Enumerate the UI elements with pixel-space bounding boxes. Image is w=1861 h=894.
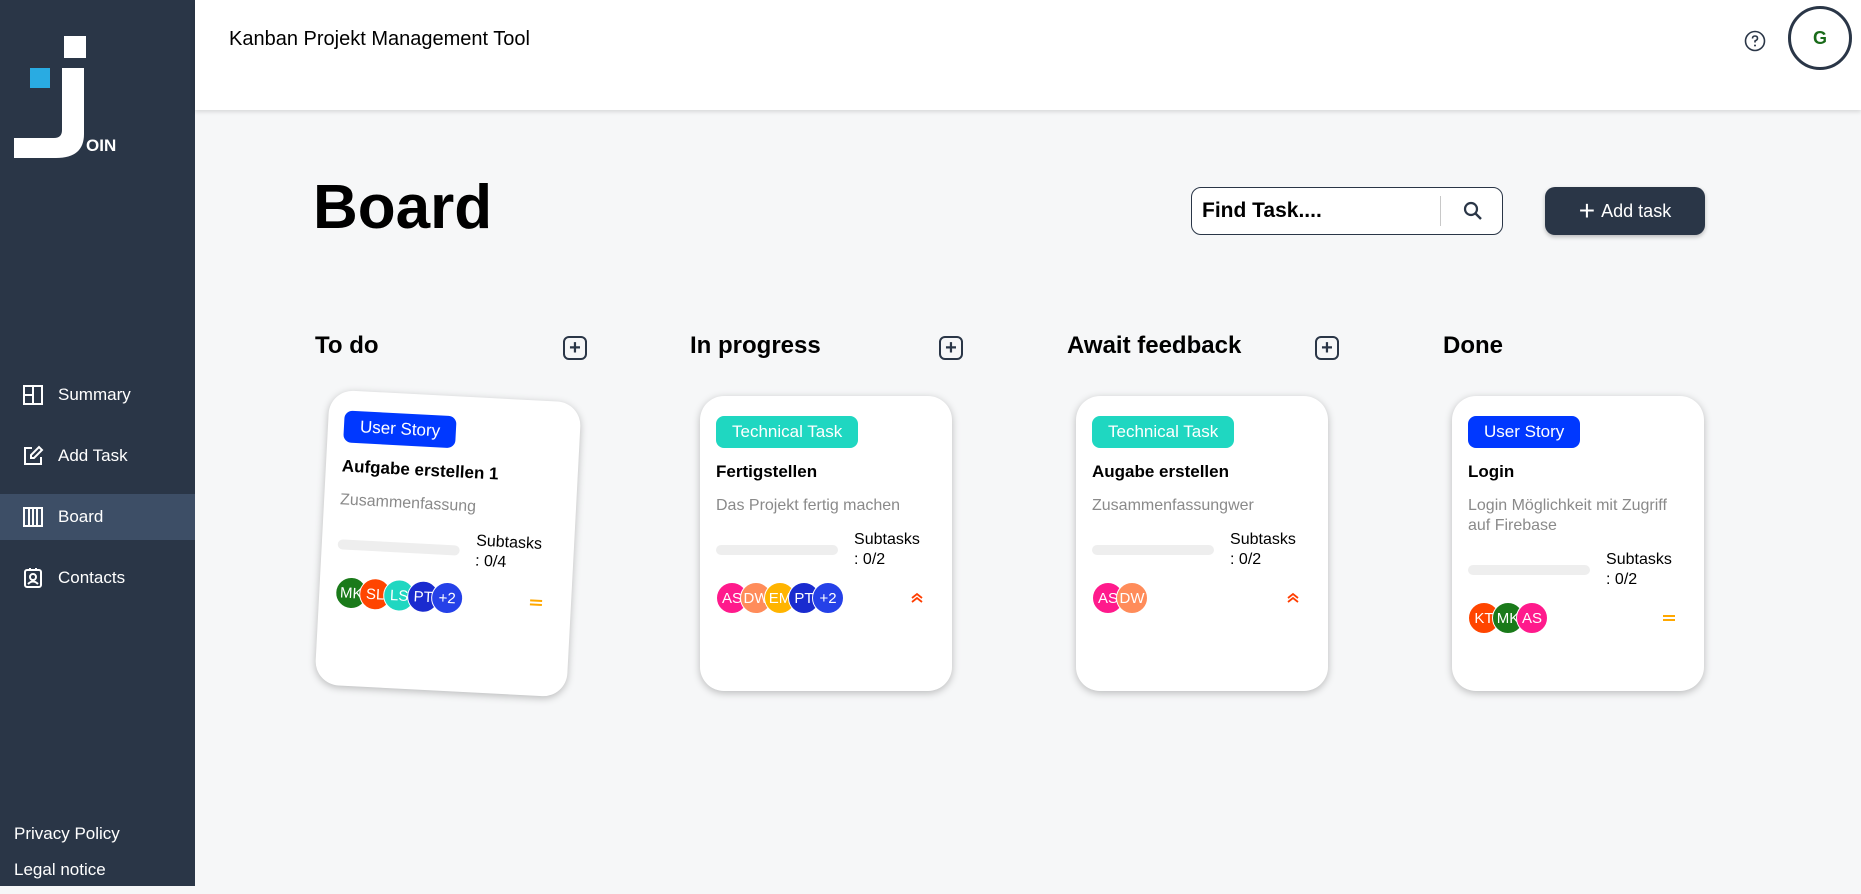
subtask-progress-bar <box>1468 565 1591 575</box>
sidebar-item-contacts[interactable]: Contacts <box>0 555 195 601</box>
card-title: Augabe erstellen <box>1092 462 1229 481</box>
sidebar-nav: Summary Add Task Board Contacts <box>0 372 195 616</box>
priority-urgent-icon <box>1284 591 1302 605</box>
subtask-label: Subtasks <box>1606 551 1672 568</box>
top-header: Kanban Projekt Management Tool G <box>195 0 1861 110</box>
card-category-label: User Story <box>1468 416 1581 448</box>
search-icon[interactable] <box>1461 199 1485 223</box>
sidebar-item-label: Board <box>58 507 104 526</box>
priority-medium-icon <box>1660 611 1678 625</box>
subtask-value: : 0/2 <box>854 551 886 568</box>
priority-urgent-icon <box>908 591 926 605</box>
plus-icon: + <box>1578 195 1596 226</box>
card-description: Login Möglichkeit mit Zugriff auf Fireba… <box>1468 497 1667 534</box>
sidebar-footer: Privacy Policy Legal notice <box>14 822 120 894</box>
card-description: Zusammenfassungwer <box>1092 497 1254 514</box>
search-box <box>1191 187 1503 235</box>
add-task-button[interactable]: + Add task <box>1545 187 1705 235</box>
subtask-label: Subtasks <box>1230 531 1296 548</box>
sidebar: OIN Summary Add Task Board Contacts Priv… <box>0 0 195 886</box>
search-input[interactable] <box>1200 198 1440 224</box>
card-footer: AS DW <box>1092 582 1312 614</box>
subtask-label: Subtasks <box>854 531 920 548</box>
assignee-avatar: DW <box>1116 582 1148 614</box>
edit-icon <box>22 445 44 467</box>
card-description: Zusammenfassung <box>339 491 477 516</box>
subtask-row: Subtasks : 0/2 <box>1092 530 1312 570</box>
subtask-count: Subtasks : 0/2 <box>1230 530 1312 570</box>
add-to-todo-icon[interactable]: + <box>563 336 587 360</box>
privacy-policy-link[interactable]: Privacy Policy <box>14 822 120 858</box>
subtask-row: Subtasks : 0/4 <box>337 524 559 575</box>
task-card[interactable]: User Story Aufgabe erstellen 1 Zusammenf… <box>314 389 582 698</box>
sidebar-item-summary[interactable]: Summary <box>0 372 195 418</box>
card-title: Aufgabe erstellen 1 <box>341 456 500 484</box>
legal-notice-link[interactable]: Legal notice <box>14 858 120 894</box>
subtask-count: Subtasks : 0/2 <box>854 530 936 570</box>
column-title-await-feedback: Await feedback <box>1067 332 1242 359</box>
summary-icon <box>22 384 44 406</box>
card-footer: KT MK AS <box>1468 602 1688 634</box>
subtask-value: : 0/2 <box>1230 551 1262 568</box>
sidebar-item-label: Add Task <box>58 446 128 465</box>
task-card[interactable]: User Story Login Login Möglichkeit mit Z… <box>1452 396 1704 691</box>
contacts-icon <box>22 567 44 589</box>
user-avatar-button[interactable]: G <box>1788 6 1852 70</box>
subtask-progress-bar <box>337 539 460 556</box>
column-title-in-progress: In progress <box>690 332 821 359</box>
card-footer: MK SL LS PT +2 <box>334 576 555 619</box>
sidebar-item-label: Summary <box>58 385 131 404</box>
assignee-avatars: AS DW <box>1092 582 1148 614</box>
column-title-todo: To do <box>315 332 379 359</box>
subtask-value: : 0/2 <box>1606 571 1638 588</box>
subtask-row: Subtasks : 0/2 <box>1468 550 1688 590</box>
subtask-count: Subtasks : 0/2 <box>1606 550 1688 590</box>
card-footer: AS DW EM PT +2 <box>716 582 936 614</box>
card-title: Login <box>1468 462 1515 481</box>
column-title-done: Done <box>1443 332 1503 359</box>
card-description: Das Projekt fertig machen <box>716 497 901 514</box>
assignee-avatars: AS DW EM PT +2 <box>716 582 844 614</box>
task-card[interactable]: Technical Task Augabe erstellen Zusammen… <box>1076 396 1328 691</box>
card-category-label: Technical Task <box>1092 416 1235 448</box>
assignee-avatars: MK SL LS PT +2 <box>334 576 464 615</box>
add-to-await-feedback-icon[interactable]: + <box>1315 336 1339 360</box>
board-icon <box>22 506 44 528</box>
sidebar-item-board[interactable]: Board <box>0 494 195 540</box>
header-title: Kanban Projekt Management Tool <box>229 28 530 50</box>
task-card[interactable]: Technical Task Fertigstellen Das Projekt… <box>700 396 952 691</box>
help-icon[interactable] <box>1743 29 1767 53</box>
assignee-avatar: AS <box>1516 602 1548 634</box>
card-title: Fertigstellen <box>716 462 818 481</box>
join-logo[interactable]: OIN <box>12 34 122 164</box>
search-divider <box>1440 196 1441 226</box>
card-category-label: Technical Task <box>716 416 859 448</box>
assignee-avatar: +2 <box>430 581 464 615</box>
subtask-row: Subtasks : 0/2 <box>716 530 936 570</box>
subtask-progress-bar <box>1092 545 1215 555</box>
page-title: Board <box>313 173 493 242</box>
sidebar-item-add-task[interactable]: Add Task <box>0 433 195 479</box>
priority-medium-icon <box>527 595 546 610</box>
assignee-avatar: +2 <box>812 582 844 614</box>
subtask-count: Subtasks : 0/4 <box>475 531 559 575</box>
add-to-in-progress-icon[interactable]: + <box>939 336 963 360</box>
subtask-progress-bar <box>716 545 839 555</box>
sidebar-item-label: Contacts <box>58 568 126 587</box>
logo-letters: OIN <box>86 136 117 155</box>
assignee-avatars: KT MK AS <box>1468 602 1548 634</box>
card-category-label: User Story <box>343 410 457 449</box>
add-task-label: Add task <box>1601 200 1672 221</box>
subtask-value: : 0/4 <box>474 552 507 572</box>
